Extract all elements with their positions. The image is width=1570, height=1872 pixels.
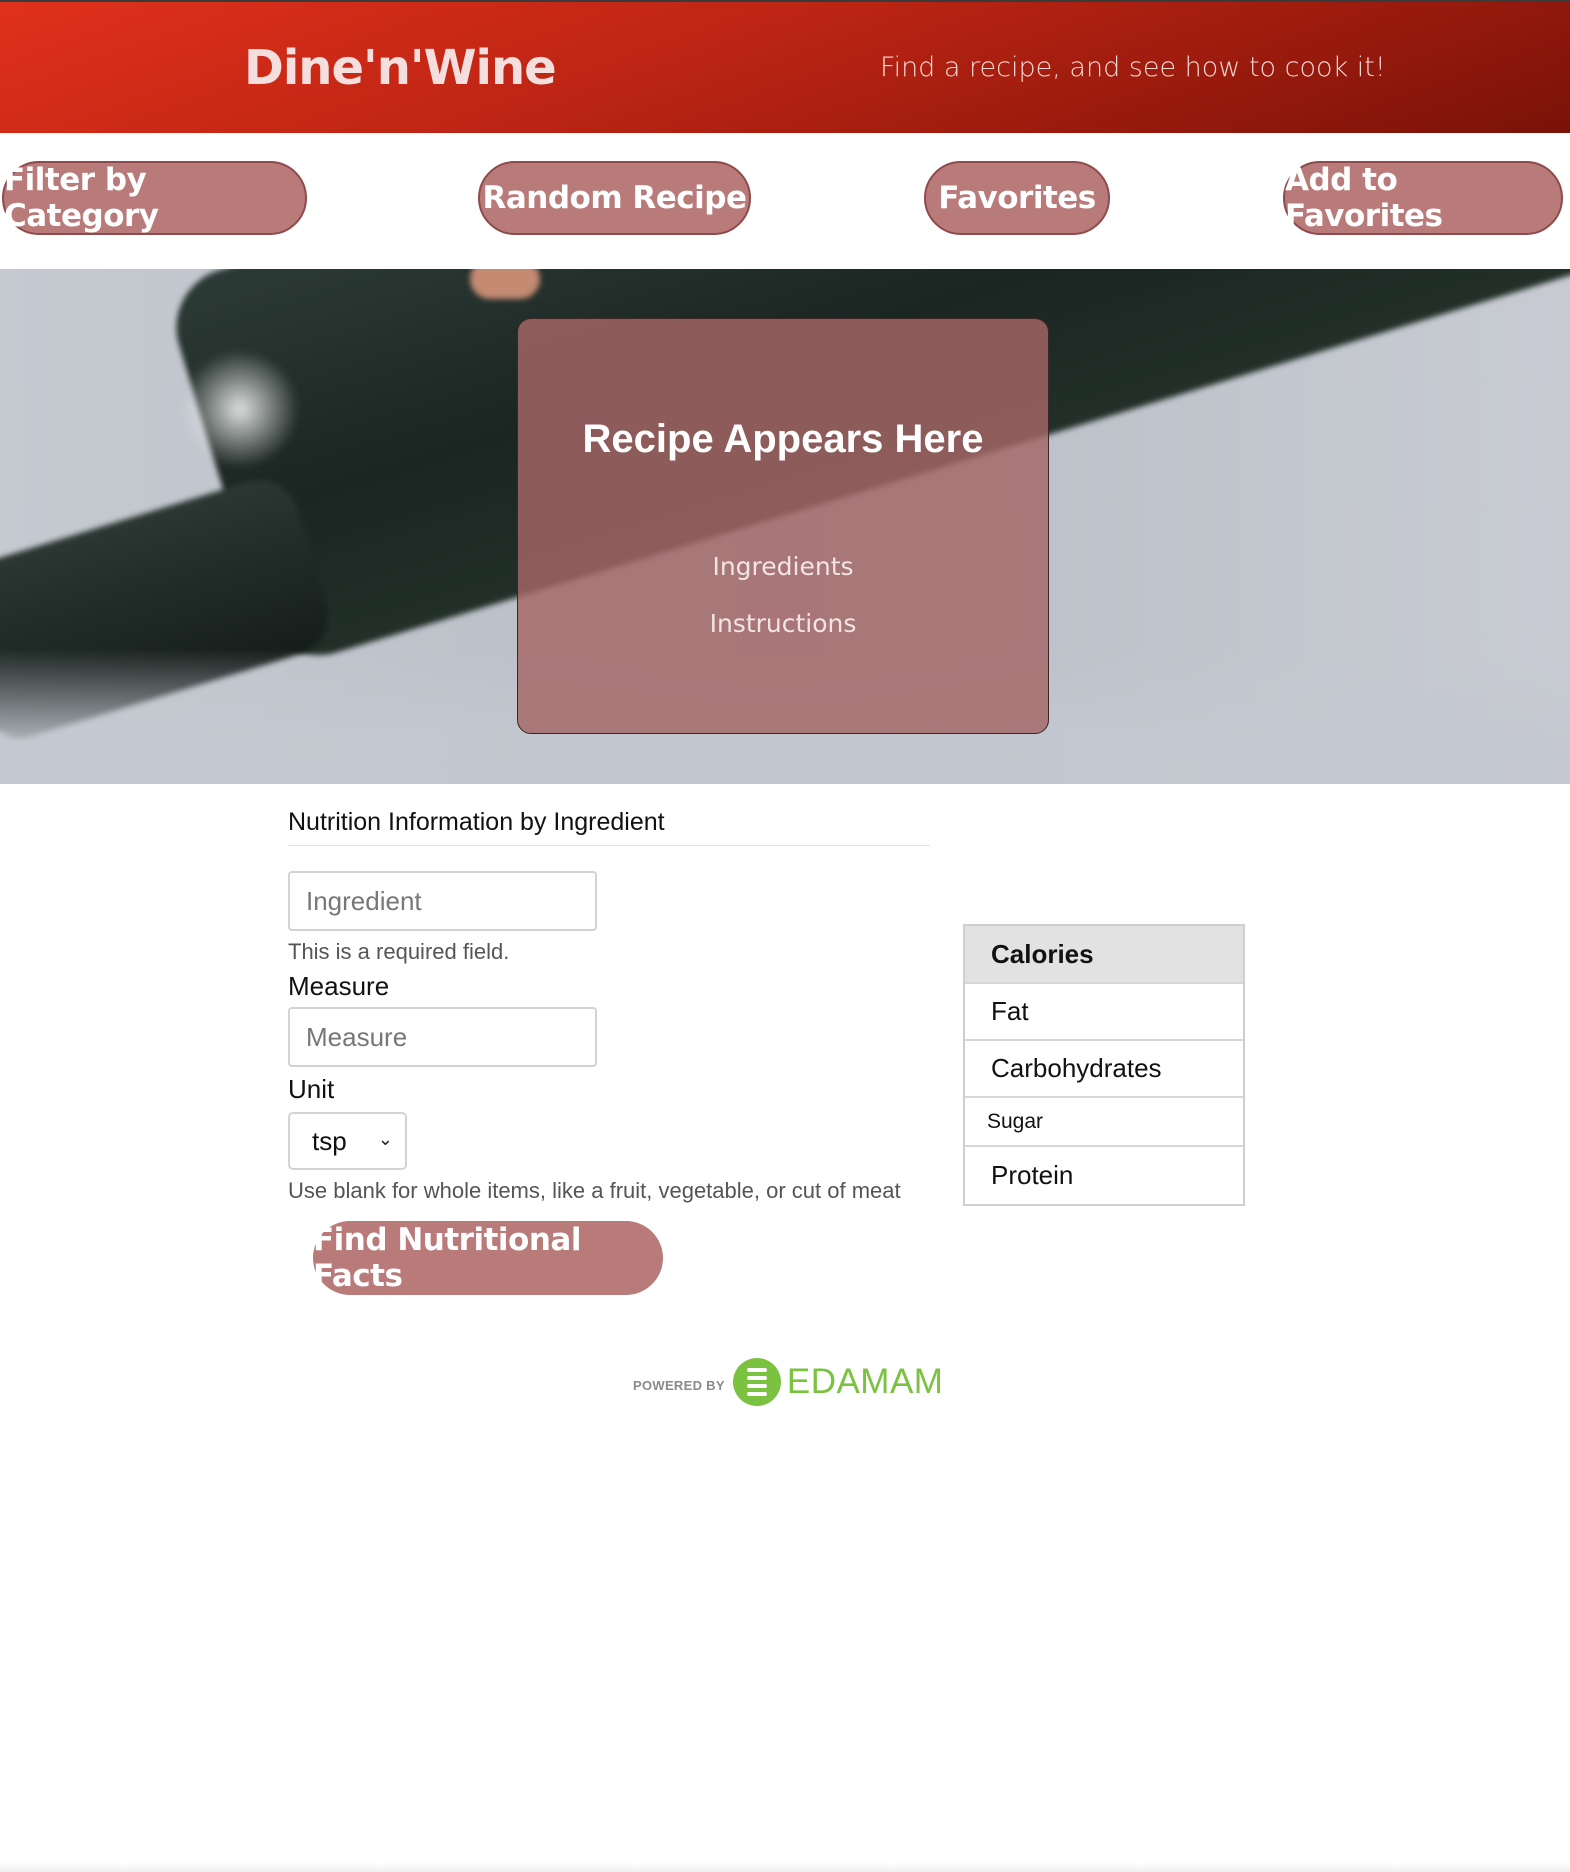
required-field-hint: This is a required field. [288, 939, 510, 964]
nutrition-facts-table: Calories Fat Carbohydrates Sugar Protein [963, 924, 1245, 1206]
favorites-button[interactable]: Favorites [924, 161, 1110, 235]
filter-by-category-button[interactable]: Filter by Category [2, 161, 307, 235]
recipe-title: Recipe Appears Here [582, 417, 984, 461]
recipe-card: Recipe Appears Here Ingredients Instruct… [517, 318, 1049, 734]
site-header: Dine'n'Wine Find a recipe, and see how t… [0, 0, 1570, 133]
random-recipe-button[interactable]: Random Recipe [478, 161, 751, 235]
measure-label: Measure [288, 971, 390, 1001]
bottle-glare [180, 349, 300, 469]
chevron-down-icon: ⌄ [377, 1129, 393, 1149]
nutrition-section-title: Nutrition Information by Ingredient [288, 808, 665, 836]
powered-by-label: POWERED BY [633, 1377, 725, 1393]
edamam-wordmark: EDAMAM [786, 1362, 944, 1401]
recipe-ingredients: Ingredients [712, 552, 854, 581]
table-row-fat: Fat [965, 984, 1243, 1041]
edamam-attribution[interactable]: POWERED BY EDAMAM [633, 1356, 943, 1408]
header-tagline: Find a recipe, and see how to cook it! [880, 52, 1386, 83]
unit-label: Unit [288, 1074, 335, 1104]
unit-selected-value: tsp [312, 1125, 347, 1156]
ingredient-input[interactable] [288, 871, 597, 931]
unit-hint: Use blank for whole items, like a fruit,… [288, 1178, 901, 1203]
edamam-logo-icon [732, 1358, 781, 1406]
add-to-favorites-button[interactable]: Add to Favorites [1283, 161, 1563, 235]
find-nutritional-facts-button[interactable]: Find Nutritional Facts [313, 1221, 663, 1295]
section-divider [288, 845, 930, 846]
brand-logo-text[interactable]: Dine'n'Wine [244, 40, 557, 96]
table-row-carbohydrates: Carbohydrates [965, 1041, 1243, 1098]
table-row-protein: Protein [991, 1160, 1074, 1190]
recipe-instructions: Instructions [709, 609, 857, 638]
table-header-calories: Calories [965, 926, 1243, 984]
page-bottom-edge [0, 1862, 1570, 1872]
table-row-sugar: Sugar [965, 1098, 1243, 1147]
measure-input[interactable] [288, 1007, 597, 1067]
unit-select[interactable]: tsp ⌄ [288, 1112, 407, 1170]
hand-shape [470, 269, 540, 299]
